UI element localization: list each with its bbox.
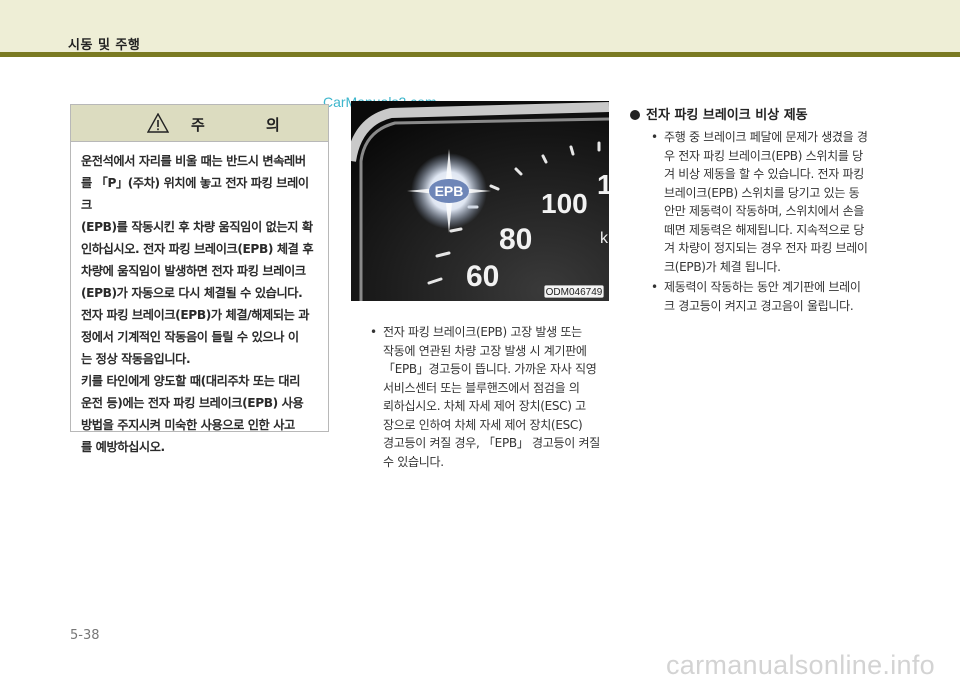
section-heading: 전자 파킹 브레이크 비상 제동 xyxy=(630,104,808,123)
text-line: 전자 파킹 브레이크(EPB) 고장 발생 또는 xyxy=(383,325,582,339)
header-band xyxy=(0,0,960,52)
caution-line: 차량에 움직임이 발생하면 전자 파킹 브레이크 xyxy=(81,264,306,278)
emergency-braking-list: • 주행 중 브레이크 페달에 문제가 생겼을 경 우 전자 파킹 브레이크(E… xyxy=(648,128,898,317)
text-line: 경고등이 켜질 경우, 「EPB」 경고등이 켜질 xyxy=(383,436,600,450)
speed-label-partial: 1 xyxy=(597,169,609,200)
caution-line: 운전석에서 자리를 비울 때는 반드시 변속레버 xyxy=(81,154,306,168)
caution-line: 정에서 기계적인 작동음이 들릴 수 있으나 이 xyxy=(81,330,299,344)
speed-label-100: 100 xyxy=(541,188,588,219)
caution-header: 주 의 xyxy=(71,105,328,142)
caution-line: 키를 타인에게 양도할 때(대리주차 또는 대리 xyxy=(81,374,301,388)
caution-line: 전자 파킹 브레이크(EPB)가 체결/해제되는 과 xyxy=(81,308,310,322)
caution-line: 방법을 주지시켜 미숙한 사용으로 인한 사고 xyxy=(81,418,295,432)
bullet: • xyxy=(370,325,377,339)
bullet: • xyxy=(651,280,658,294)
caution-line: 를 예방하십시오. xyxy=(81,440,165,454)
text-line: 브레이크(EPB) 스위치를 당기고 있는 동 xyxy=(664,185,860,200)
caution-line: 운전 등)에는 전자 파킹 브레이크(EPB) 사용 xyxy=(81,396,304,410)
text-line: 크 경고등이 켜지고 경고음이 울립니다. xyxy=(664,298,854,313)
unit-label-partial: k xyxy=(600,230,609,247)
text-line: 크(EPB)가 체결 됩니다. xyxy=(664,259,781,274)
speedometer-image: EPB 60 80 100 1 k ODM046749 xyxy=(351,101,609,301)
caution-line: 는 정상 작동음입니다. xyxy=(81,352,191,366)
list-item: • 전자 파킹 브레이크(EPB) 고장 발생 또는 작동에 연관된 차량 고장… xyxy=(367,323,613,471)
caution-body: 운전석에서 자리를 비울 때는 반드시 변속레버 를 「P」(주차) 위치에 놓… xyxy=(71,142,328,458)
caution-line: 인하십시오. 전자 파킹 브레이크(EPB) 체결 후 xyxy=(81,242,314,256)
section-label: 시동 및 주행 xyxy=(68,38,141,53)
caution-box: 주 의 운전석에서 자리를 비울 때는 반드시 변속레버 를 「P」(주차) 위… xyxy=(70,104,329,454)
epb-fault-note: • 전자 파킹 브레이크(EPB) 고장 발생 또는 작동에 연관된 차량 고장… xyxy=(367,323,613,473)
caution-title: 주 의 xyxy=(191,116,308,134)
warning-triangle-icon xyxy=(147,113,169,133)
watermark-bottom: carmanualsonline.info xyxy=(666,650,935,680)
text-line: 겨 비상 제동을 할 수 있습니다. 전자 파킹 xyxy=(664,167,864,181)
header-rule xyxy=(0,52,960,57)
speed-label-60: 60 xyxy=(466,260,499,293)
text-line: 겨 차량이 정지되는 경우 전자 파킹 브레이 xyxy=(664,241,868,255)
image-code: ODM046749 xyxy=(546,287,603,298)
text-line: 뢰하십시오. 차체 자세 제어 장치(ESC) 고 xyxy=(383,399,586,413)
text-line: 떼면 제동력은 해제됩니다. 지속적으로 당 xyxy=(664,222,865,237)
section-heading-text: 전자 파킹 브레이크 비상 제동 xyxy=(646,108,808,123)
text-line: 수 있습니다. xyxy=(383,454,444,469)
page-number: 5-38 xyxy=(70,628,100,643)
caution-line: (EPB)가 자동으로 다시 체결될 수 있습니다. xyxy=(81,286,303,300)
speed-label-80: 80 xyxy=(499,223,532,256)
text-line: 주행 중 브레이크 페달에 문제가 생겼을 경 xyxy=(664,130,868,144)
caution-line: 를 「P」(주차) 위치에 놓고 전자 파킹 브레이크 xyxy=(81,176,309,212)
text-line: 작동에 연관된 차량 고장 발생 시 계기판에 xyxy=(383,343,587,358)
bullet-disc-icon xyxy=(630,110,640,120)
text-line: 안만 제동력이 작동하며, 스위치에서 손을 xyxy=(664,204,865,218)
epb-indicator-label: EPB xyxy=(435,183,464,199)
caution-line: (EPB)를 작동시킨 후 차량 움직임이 없는지 확 xyxy=(81,220,313,234)
text-line: 제동력이 작동하는 동안 계기판에 브레이 xyxy=(664,280,861,294)
bullet: • xyxy=(651,130,658,144)
text-line: 우 전자 파킹 브레이크(EPB) 스위치를 당 xyxy=(664,148,863,163)
text-line: 「EPB」경고등이 뜹니다. 가까운 자사 직영 xyxy=(383,362,597,376)
text-line: 장으로 인하여 차체 자세 제어 장치(ESC) xyxy=(383,417,583,432)
list-item: • 제동력이 작동하는 동안 계기판에 브레이 크 경고등이 켜지고 경고음이 … xyxy=(648,278,898,315)
list-item: • 주행 중 브레이크 페달에 문제가 생겼을 경 우 전자 파킹 브레이크(E… xyxy=(648,128,898,276)
text-line: 서비스센터 또는 블루핸즈에서 점검을 의 xyxy=(383,380,580,395)
